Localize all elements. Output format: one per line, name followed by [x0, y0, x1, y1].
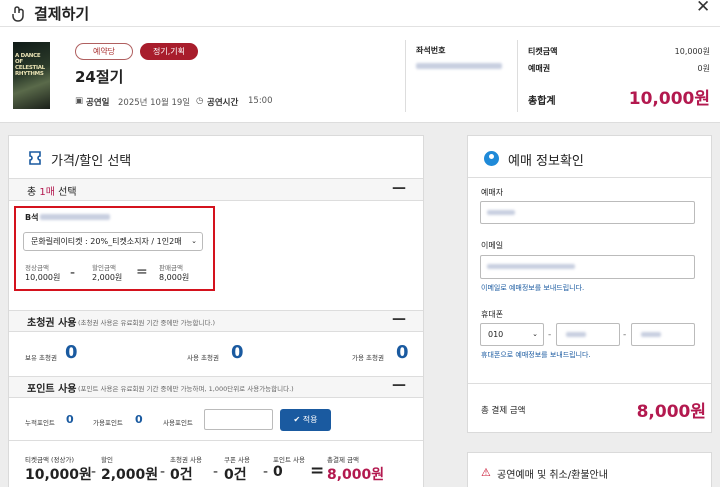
use-point-label: 사용포인트 [163, 419, 193, 427]
count-text: 총 1매 선택 [27, 187, 77, 198]
normal-price-label: 정상금액 [25, 264, 49, 272]
total-value: 10,000원 [628, 89, 710, 109]
regular-tag: 정기,기획 [140, 43, 198, 60]
divider [405, 40, 406, 112]
equals-sign: = [310, 461, 325, 481]
grade-detail-blurred [40, 214, 110, 220]
sale-price-value: 8,000원 [159, 273, 190, 282]
discount-price-value: 2,000원 [92, 273, 123, 282]
divider [468, 383, 711, 384]
total-pay-value: 8,000원 [327, 467, 385, 483]
price-panel-title: 가격/할인 선택 [51, 154, 132, 169]
total-item-value: 0건 [224, 467, 247, 483]
total-item-label: 할인 [101, 456, 113, 464]
discount-select[interactable]: 문화릴레이티켓 : 20%_티켓소지자 / 1인2매 ⌄ [23, 232, 203, 251]
dash-separator: - [623, 330, 627, 340]
total-item-label: 티켓금액 (정상가) [25, 456, 74, 464]
total-item-label: 포인트 사용 [273, 456, 305, 464]
chevron-down-icon: ⌄ [532, 330, 538, 338]
time-value: 15:00 [248, 96, 273, 106]
minus-sign: - [263, 464, 269, 480]
booker-value-blurred [487, 210, 515, 215]
booking-total-value: 8,000원 [636, 402, 706, 422]
phone-label: 휴대폰 [481, 310, 504, 319]
check-icon: ✔ [293, 415, 303, 424]
grade-label: B석 [25, 213, 39, 222]
minus-sign: - [213, 464, 219, 480]
invite-note: (초청권 사용은 유료회원 기간 중에만 가능합니다.) [78, 319, 216, 327]
discount-price-label: 할인금액 [92, 264, 116, 272]
collapse-button[interactable]: — [392, 377, 406, 393]
use-invite-label: 사용 초청권 [187, 354, 219, 362]
total-item-value: 0 [273, 464, 283, 480]
avail-point-label: 가용포인트 [93, 419, 123, 427]
phone-last-blurred [641, 332, 661, 337]
booker-label: 예매자 [481, 188, 504, 197]
apply-button[interactable]: ✔ 적용 [280, 409, 331, 431]
total-item-value: 0건 [170, 467, 193, 483]
dash-separator: - [548, 330, 552, 340]
equals-sign: = [136, 264, 148, 280]
phone-hint: 휴대폰으로 예매정보를 보내드립니다. [481, 351, 591, 359]
avail-invite-label: 가용 초청권 [352, 354, 384, 362]
calendar-icon: ▣ [75, 96, 84, 106]
date-value: 2025년 10월 19일 [118, 98, 191, 108]
time-label: 공연시간 [207, 98, 239, 108]
total-item-label: 쿠폰 사용 [224, 456, 250, 464]
minus-sign: - [91, 464, 97, 480]
owned-invite-value: 0 [65, 342, 78, 363]
coupon-label: 예매권 [528, 64, 551, 73]
poster-line: RHYTHMS [15, 71, 44, 77]
divider [9, 440, 423, 441]
phone-prefix-select[interactable]: 010 ⌄ [480, 323, 544, 346]
use-point-input[interactable] [204, 409, 273, 430]
total-item-label: 초청권 사용 [170, 456, 202, 464]
presale-tag: 예약당 [75, 43, 133, 60]
title-bar [0, 0, 720, 27]
notice-title: 공연예매 및 취소/환불안내 [497, 470, 608, 481]
collapse-button[interactable]: — [392, 311, 406, 327]
total-item-value: 10,000원 [25, 467, 92, 483]
acc-point-label: 누적포인트 [25, 419, 55, 427]
clock-icon: ◷ [196, 96, 204, 106]
poster-image: A DANCE OF CELESTIAL RHYTHMS [13, 42, 50, 109]
date-label: 공연일 [86, 98, 110, 108]
email-label: 이메일 [481, 241, 504, 250]
point-title: 포인트 사용 [27, 384, 77, 395]
point-note: (포인트 사용은 유료회원 기간 중에만 가능하며, 1,000단위로 사용가능… [78, 385, 294, 393]
show-title: 24절기 [75, 68, 124, 86]
sale-price-label: 판매금액 [159, 264, 183, 272]
hand-icon [12, 6, 24, 22]
minus-sign: - [160, 464, 166, 480]
ticket-amount-value: 10,000원 [674, 47, 710, 56]
acc-point-value: 0 [66, 413, 74, 426]
avail-invite-value: 0 [396, 342, 409, 363]
phone-middle-blurred [566, 332, 586, 337]
coupon-value: 0원 [697, 64, 710, 73]
booking-panel-title: 예매 정보확인 [508, 154, 584, 169]
divider [468, 177, 711, 178]
email-hint: 이메일로 예매정보를 보내드립니다. [481, 284, 585, 292]
email-value-blurred [487, 264, 575, 269]
owned-invite-label: 보유 초청권 [25, 354, 57, 362]
use-invite-value: 0 [231, 342, 244, 363]
total-item-value: 2,000원 [101, 467, 159, 483]
invite-title: 초청권 사용 [27, 318, 77, 329]
collapse-button[interactable]: — [392, 180, 406, 196]
normal-price-value: 10,000원 [25, 273, 61, 282]
avail-point-value: 0 [135, 413, 143, 426]
seat-label: 좌석번호 [416, 46, 446, 55]
minus-sign: - [70, 265, 76, 281]
ticket-amount-label: 티켓금액 [528, 47, 558, 56]
divider [517, 40, 518, 112]
window-title: 결제하기 [34, 5, 90, 23]
warning-icon: ⚠ [481, 466, 491, 479]
total-item-label: 총결제 금액 [327, 456, 359, 464]
close-icon[interactable]: ✕ [696, 0, 710, 17]
total-label: 총합계 [528, 96, 556, 107]
seat-number-blurred [416, 63, 502, 69]
booking-total-label: 총 결제 금액 [481, 406, 526, 416]
ticket-icon [29, 151, 41, 165]
chevron-down-icon: ⌄ [191, 237, 197, 245]
